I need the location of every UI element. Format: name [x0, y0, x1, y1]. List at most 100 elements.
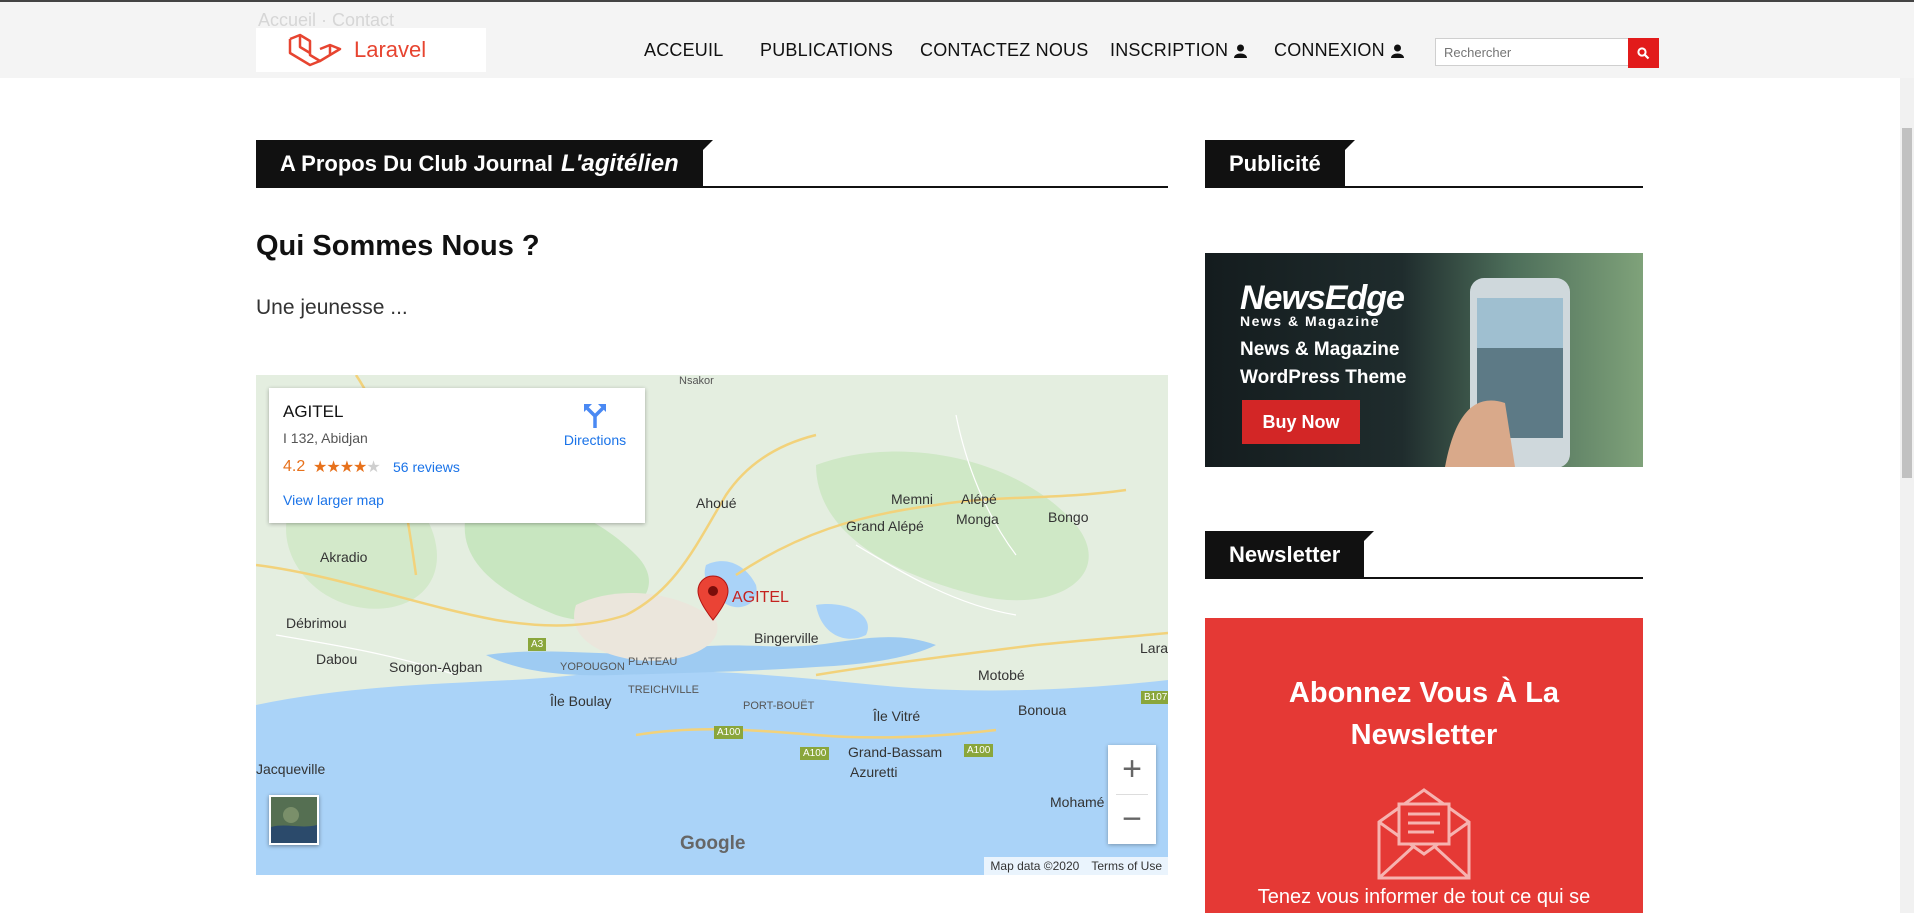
reviews-link[interactable]: 56 reviews — [393, 459, 460, 475]
pub-title-tab: Publicité — [1205, 140, 1355, 188]
ad-banner[interactable]: NewsEdge News & Magazine News & Magazine… — [1205, 253, 1643, 467]
place-rating: 4.2 — [283, 458, 306, 475]
map-label: PORT-BOUËT — [743, 700, 815, 712]
map-label: Nsakor — [679, 375, 714, 387]
map-label: Azuretti — [850, 764, 898, 780]
marker-label: AGITEL — [732, 589, 789, 606]
ad-buy-now-button[interactable]: Buy Now — [1242, 400, 1360, 444]
newsletter-heading-line-1: Abonnez Vous À La — [1288, 677, 1560, 709]
nav-accueil-label: ACCEUIL — [644, 40, 724, 60]
map-label: Monga — [956, 511, 999, 527]
map-label: Memni — [891, 491, 934, 507]
map-label: Jacqueville — [256, 761, 326, 777]
site-header: Accueil · Contact Laravel ACCEUIL PUBLIC… — [0, 2, 1914, 78]
search-button[interactable] — [1628, 38, 1659, 68]
road-tag: A100 — [714, 726, 744, 739]
map-label: Lara — [1140, 640, 1168, 656]
ad-line-1: News & Magazine — [1240, 339, 1400, 360]
google-logo: Google — [680, 833, 746, 854]
ad-line-2: WordPress Theme — [1240, 367, 1407, 388]
map-label: Dabou — [316, 651, 358, 667]
newsletter-heading: Abonnez Vous À La Newsletter — [1205, 672, 1643, 756]
newsletter-section-title: Newsletter — [1205, 531, 1643, 579]
map-label: Bingerville — [754, 630, 819, 646]
newsletter-box: Abonnez Vous À La Newsletter Tenez vous … — [1205, 618, 1643, 913]
envelope-icon — [1377, 788, 1471, 880]
road-tag: A3 — [528, 638, 547, 651]
satellite-toggle[interactable] — [269, 795, 319, 845]
map-label: Débrimou — [286, 615, 347, 631]
site-logo[interactable]: Laravel — [256, 28, 486, 72]
nav-connexion[interactable]: CONNEXION — [1274, 40, 1404, 61]
map-label: Grand Alépé — [846, 518, 924, 534]
place-card: AGITEL I 132, Abidjan 4.2 ★★★★★ 56 revie… — [269, 388, 645, 523]
directions-button[interactable]: Directions — [555, 402, 635, 448]
zoom-controls: + − — [1108, 745, 1156, 844]
laravel-logo-icon — [288, 33, 342, 67]
directions-label: Directions — [563, 432, 627, 448]
nav-inscription-label: INSCRIPTION — [1110, 40, 1229, 60]
map-label: TREICHVILLE — [628, 684, 699, 696]
intro-paragraph: Une jeunesse ... — [256, 296, 408, 319]
map-label: Île Boulay — [550, 693, 612, 709]
newsletter-text: Tenez vous informer de tout ce qui se — [1257, 886, 1591, 908]
pub-section-title: Publicité — [1205, 140, 1643, 188]
place-name: AGITEL — [283, 402, 344, 421]
google-map[interactable]: Nsakor Ahoué Memni Alépé Grand Alépé Mon… — [256, 375, 1168, 875]
title-rule — [1205, 577, 1643, 579]
about-title-tab: A Propos Du Club Journal L'agitélien — [256, 140, 713, 188]
road-tag: B107 — [1141, 691, 1168, 704]
nav-publications-label: PUBLICATIONS — [760, 40, 894, 60]
map-label: Mohamé — [1050, 794, 1105, 810]
map-label: Akradio — [320, 549, 368, 565]
zoom-in-button[interactable]: + — [1108, 745, 1156, 794]
nav-connexion-label: CONNEXION — [1274, 40, 1385, 60]
rating-stars-icon: ★★★★★ — [313, 459, 381, 476]
about-title-brand: L'agitélien — [560, 150, 679, 177]
user-icon — [1234, 44, 1248, 58]
map-label: Songon-Agban — [389, 659, 483, 675]
map-label: Motobé — [978, 667, 1025, 683]
map-label: Bongo — [1048, 509, 1089, 525]
zoom-out-button[interactable]: − — [1108, 795, 1156, 844]
search-input[interactable] — [1435, 38, 1628, 66]
search-form — [1435, 38, 1659, 68]
nav-publications[interactable]: PUBLICATIONS — [760, 40, 893, 61]
map-label: YOPOUGON — [560, 661, 625, 673]
map-label: Grand-Bassam — [848, 744, 943, 760]
map-footer: Map data ©2020 Terms of Use — [984, 857, 1168, 875]
road-tag: A100 — [964, 744, 994, 757]
newsletter-title-tab: Newsletter — [1205, 531, 1375, 579]
page-heading: Qui Sommes Nous ? — [256, 230, 540, 262]
user-icon — [1390, 44, 1404, 58]
map-label: Bonoua — [1018, 702, 1067, 718]
map-data-text: Map data ©2020 — [990, 859, 1080, 873]
satellite-thumbnail-icon — [271, 797, 317, 843]
scrollbar-thumb[interactable] — [1902, 128, 1912, 478]
ad-subtitle: News & Magazine — [1240, 313, 1380, 329]
nav-inscription[interactable]: INSCRIPTION — [1110, 40, 1248, 61]
search-icon — [1637, 46, 1650, 59]
terms-link[interactable]: Terms of Use — [1085, 857, 1168, 875]
map-marker-icon[interactable] — [696, 575, 730, 621]
road-tag: A100 — [800, 747, 830, 760]
pub-title-text: Publicité — [1229, 151, 1321, 176]
newsletter-title-text: Newsletter — [1229, 542, 1341, 567]
map-label: PLATEAU — [628, 656, 678, 668]
newsletter-heading-line-2: Newsletter — [1350, 719, 1498, 751]
logo-text: Laravel — [354, 37, 427, 62]
about-title-text: A Propos Du Club Journal — [280, 151, 553, 176]
about-section-title: A Propos Du Club Journal L'agitélien — [256, 140, 1168, 188]
title-rule — [1205, 186, 1643, 188]
place-address: I 132, Abidjan — [283, 430, 368, 446]
nav-contactez-nous-label: CONTACTEZ NOUS — [920, 40, 1089, 60]
map-label: Île Vitré — [873, 708, 921, 724]
map-label: Ahoué — [696, 495, 737, 511]
title-rule — [256, 186, 1168, 188]
map-label: Alépé — [961, 491, 997, 507]
nav-contactez-nous[interactable]: CONTACTEZ NOUS — [920, 40, 1088, 61]
nav-accueil[interactable]: ACCEUIL — [644, 40, 723, 61]
page-scrollbar[interactable] — [1900, 78, 1914, 913]
directions-icon — [584, 404, 606, 428]
view-larger-map-link[interactable]: View larger map — [283, 492, 384, 508]
